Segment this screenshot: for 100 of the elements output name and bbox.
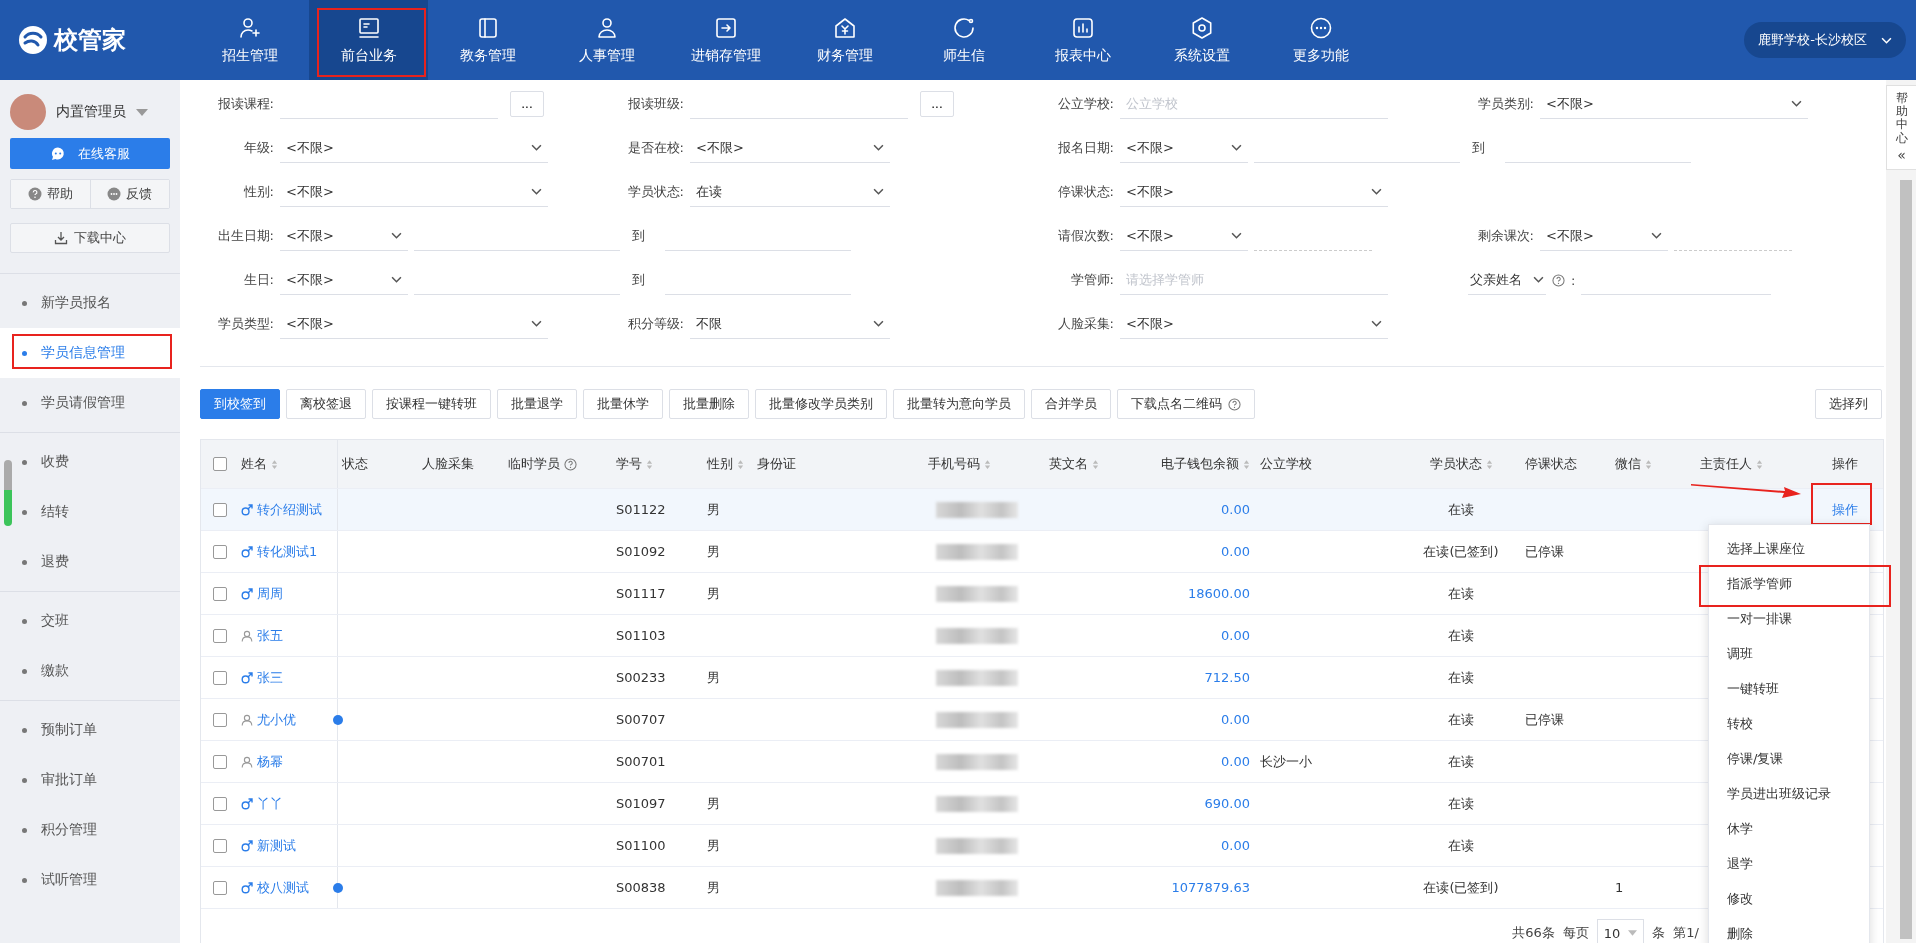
checkbox[interactable] (213, 838, 227, 853)
sidebar-item[interactable]: 缴款 (0, 646, 180, 696)
browse-button[interactable]: ... (510, 91, 544, 117)
select-field[interactable]: <不限> (280, 133, 548, 163)
column-header[interactable]: 操作 (1831, 455, 1858, 473)
checkbox[interactable] (213, 880, 227, 895)
select-field[interactable]: <不限> (1120, 309, 1388, 339)
choose-columns-button[interactable]: 选择列 (1815, 389, 1882, 419)
column-header[interactable]: 电子钱包余额 (1161, 455, 1250, 473)
column-header[interactable]: 姓名 (241, 455, 278, 473)
select-field[interactable]: <不限> (280, 177, 548, 207)
student-name-link[interactable]: 周周 (257, 584, 283, 603)
checkbox[interactable] (213, 628, 227, 643)
student-name-link[interactable]: 张五 (257, 626, 283, 645)
student-name-link[interactable]: 张三 (257, 668, 283, 687)
toolbar-button[interactable]: 到校签到 (200, 389, 280, 419)
nav-tab[interactable]: 前台业务 (309, 0, 428, 80)
select-field[interactable]: <不限> (1120, 221, 1248, 251)
feedback-button[interactable]: 反馈 (89, 180, 169, 208)
sidebar-item[interactable]: 试听管理 (0, 855, 180, 905)
column-header[interactable]: 英文名 (1049, 455, 1099, 473)
checkbox[interactable] (213, 502, 227, 517)
nav-tab[interactable]: 教务管理 (428, 0, 547, 80)
select-field[interactable]: <不限> (280, 221, 408, 251)
column-header[interactable]: 学号 (616, 455, 653, 473)
student-name-link[interactable]: 尤小优 (257, 710, 296, 729)
column-header[interactable]: 微信 (1615, 455, 1652, 473)
nav-tab[interactable]: 师生信 (904, 0, 1023, 80)
student-name-link[interactable]: 转化测试1 (257, 542, 318, 561)
column-header[interactable]: 手机号码 (928, 455, 991, 473)
student-name-link[interactable]: 新测试 (257, 836, 296, 855)
toolbar-button[interactable]: 批量休学 (583, 389, 663, 419)
sidebar-item[interactable]: 学员请假管理 (0, 378, 180, 428)
checkbox[interactable] (213, 712, 227, 727)
select-field[interactable]: <不限> (1540, 221, 1668, 251)
toolbar-button[interactable]: 按课程一键转班 (372, 389, 491, 419)
menu-item[interactable]: 转校 (1709, 706, 1869, 741)
toolbar-button[interactable]: 合并学员 (1031, 389, 1111, 419)
checkbox[interactable] (213, 670, 227, 685)
select-field[interactable]: <不限> (280, 309, 548, 339)
toolbar-button[interactable]: 批量退学 (497, 389, 577, 419)
column-header[interactable]: 身份证 (757, 455, 796, 473)
user-name[interactable]: 内置管理员 (56, 103, 126, 121)
nav-tab[interactable]: 系统设置 (1142, 0, 1261, 80)
toolbar-button[interactable]: 离校签退 (286, 389, 366, 419)
select-field[interactable]: <不限> (280, 265, 408, 295)
column-header[interactable]: 临时学员 (508, 455, 577, 473)
sidebar-item[interactable]: 审批订单 (0, 755, 180, 805)
toolbar-button[interactable]: 下载点名二维码 (1117, 389, 1255, 419)
column-header[interactable]: 状态 (342, 455, 368, 473)
student-name-link[interactable]: 校八测试 (257, 878, 309, 897)
nav-tab[interactable]: 财务管理 (785, 0, 904, 80)
menu-item[interactable]: 退学 (1709, 846, 1869, 881)
menu-item[interactable]: 一对一排课 (1709, 601, 1869, 636)
checkbox[interactable] (213, 754, 227, 769)
nav-tab[interactable]: 报表中心 (1023, 0, 1142, 80)
page-size-select[interactable]: 10 (1596, 919, 1645, 943)
menu-item[interactable]: 休学 (1709, 811, 1869, 846)
scrollbar[interactable] (1900, 180, 1912, 939)
sidebar-item[interactable]: 预制订单 (0, 705, 180, 755)
column-header[interactable]: 公立学校 (1260, 455, 1312, 473)
nav-tab[interactable]: 人事管理 (547, 0, 666, 80)
column-header[interactable]: 性别 (707, 455, 744, 473)
column-header[interactable]: 人脸采集 (422, 455, 474, 473)
action-link[interactable]: 操作 (1831, 500, 1858, 519)
menu-item[interactable]: 停课/复课 (1709, 741, 1869, 776)
menu-item[interactable]: 学员进出班级记录 (1709, 776, 1869, 811)
checkbox[interactable] (213, 544, 227, 559)
checkbox[interactable] (213, 796, 227, 811)
select-all-checkbox[interactable] (213, 457, 227, 471)
menu-item[interactable]: 选择上课座位 (1709, 531, 1869, 566)
column-header[interactable]: 停课状态 (1525, 455, 1577, 473)
menu-item[interactable]: 一键转班 (1709, 671, 1869, 706)
school-selector[interactable]: 鹿野学校-长沙校区 (1744, 22, 1906, 58)
download-center-button[interactable]: 下载中心 (10, 223, 170, 253)
menu-item[interactable]: 删除 (1709, 916, 1869, 943)
toolbar-button[interactable]: 批量修改学员类别 (755, 389, 887, 419)
text-field[interactable]: 请选择学管师 (1120, 265, 1388, 295)
student-name-link[interactable]: 转介绍测试 (257, 500, 322, 519)
browse-button[interactable]: ... (920, 91, 954, 117)
sidebar-item[interactable]: 退费 (0, 537, 180, 587)
nav-tab[interactable]: 进销存管理 (666, 0, 785, 80)
menu-item[interactable]: 指派学管师 (1709, 566, 1869, 601)
select-field[interactable]: 父亲姓名 (1468, 265, 1546, 295)
student-name-link[interactable]: 丫丫 (257, 794, 283, 813)
nav-tab[interactable]: 招生管理 (190, 0, 309, 80)
help-center-tab[interactable]: 帮助中心 « (1886, 85, 1916, 170)
column-header[interactable]: 学员状态 (1429, 455, 1493, 473)
menu-item[interactable]: 调班 (1709, 636, 1869, 671)
select-field[interactable]: 不限 (690, 309, 890, 339)
menu-item[interactable]: 修改 (1709, 881, 1869, 916)
select-field[interactable]: <不限> (1540, 89, 1808, 119)
select-field[interactable]: <不限> (1120, 133, 1248, 163)
checkbox[interactable] (213, 586, 227, 601)
select-field[interactable]: <不限> (1120, 177, 1388, 207)
sidebar-item[interactable]: 学员信息管理 (0, 328, 180, 378)
column-header[interactable]: 主责任人 (1700, 455, 1763, 473)
help-button[interactable]: 帮助 (11, 180, 90, 208)
toolbar-button[interactable]: 批量转为意向学员 (893, 389, 1025, 419)
toolbar-button[interactable]: 批量删除 (669, 389, 749, 419)
